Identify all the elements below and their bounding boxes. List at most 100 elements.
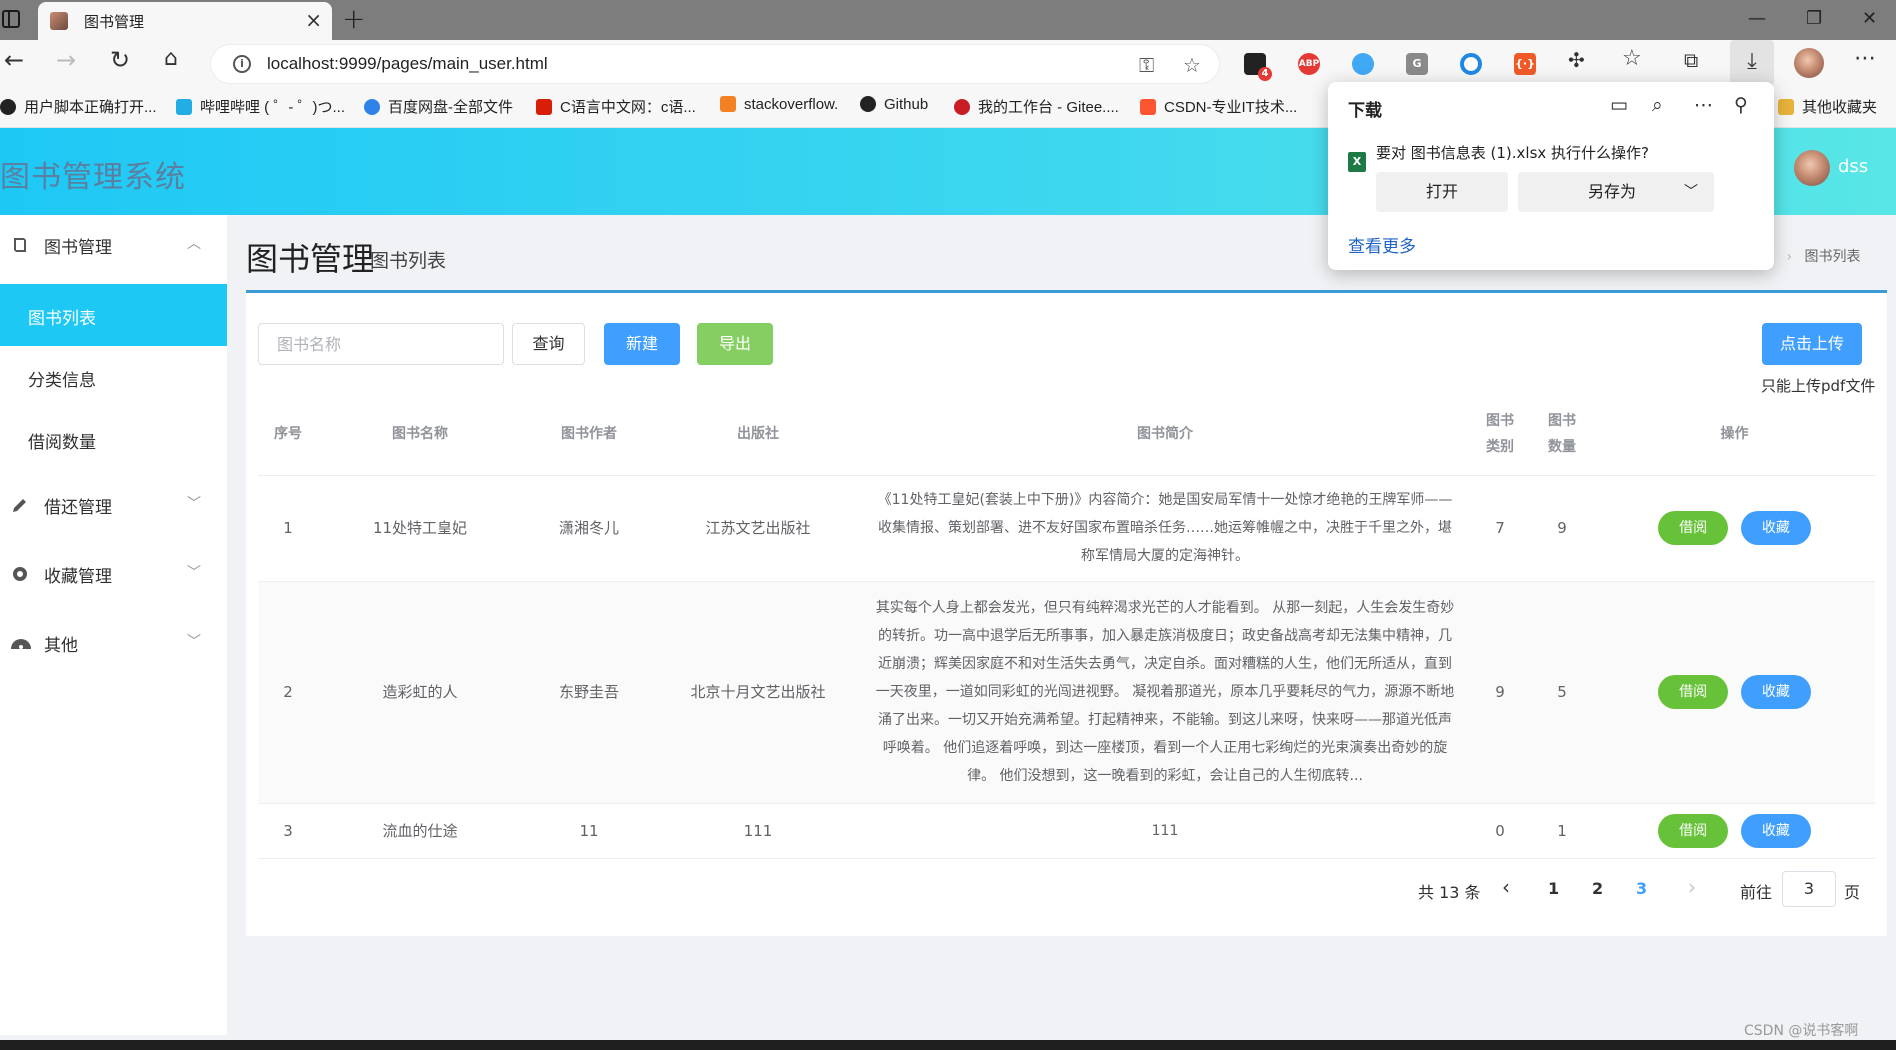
borrow-button[interactable]: 借阅: [1658, 675, 1729, 709]
download-popup: 下载 ▭ ⌕ ⋯ ⚲ X 要对 图书信息表 (1).xlsx 执行什么操作? 打…: [1328, 82, 1774, 270]
bookmark-item[interactable]: 百度网盘-全部文件: [364, 96, 513, 117]
new-tab-button[interactable]: +: [342, 2, 365, 35]
upload-button[interactable]: 点击上传: [1762, 323, 1862, 365]
address-bar[interactable]: i localhost:9999/pages/main_user.html ⚿ …: [210, 44, 1220, 84]
favorite-button[interactable]: 收藏: [1740, 675, 1811, 709]
open-folder-icon[interactable]: ▭: [1610, 94, 1628, 116]
export-button[interactable]: 导出: [697, 323, 773, 365]
stackoverflow-icon: [720, 96, 736, 112]
new-button[interactable]: 新建: [604, 323, 680, 365]
user-name[interactable]: dss: [1838, 156, 1868, 177]
borrow-button[interactable]: 借阅: [1658, 511, 1729, 545]
github-icon: [860, 96, 876, 112]
book-list-card: 查询 新建 导出 点击上传 只能上传pdf文件 序号 图书名称 图书作者 出版社…: [246, 290, 1887, 936]
column-header: 图书 数量: [1530, 393, 1594, 476]
favorite-button[interactable]: 收藏: [1740, 511, 1811, 545]
folder-icon: [1778, 99, 1794, 115]
sidebar-item-category-info[interactable]: 分类信息: [0, 346, 227, 408]
sidebar-item-book-list[interactable]: 图书列表: [0, 284, 227, 346]
favorite-button[interactable]: 收藏: [1740, 813, 1811, 848]
bookmark-item[interactable]: 用户脚本正确打开...: [0, 96, 157, 117]
page-3[interactable]: 3: [1636, 879, 1647, 898]
key-icon[interactable]: ⚿: [1139, 53, 1154, 77]
bookmark-folder[interactable]: 其他收藏夹: [1778, 96, 1877, 117]
cell-category: 9: [1470, 581, 1530, 804]
borrow-button[interactable]: 借阅: [1658, 813, 1729, 848]
extension-circle-icon[interactable]: [1352, 53, 1374, 75]
sidebar-item-label: 借阅数量: [28, 433, 96, 453]
extensions-puzzle-icon[interactable]: ✣: [1568, 50, 1585, 70]
sidebar-group-label: 图书管理: [44, 238, 112, 258]
browser-tab[interactable]: 图书管理 ×: [38, 2, 332, 40]
column-header: 图书作者: [522, 393, 656, 476]
taskbar: [0, 1040, 1896, 1050]
cell-actions: 借阅 收藏: [1594, 581, 1875, 804]
cell-no: 1: [258, 475, 318, 582]
see-more-link[interactable]: 查看更多: [1348, 232, 1416, 257]
search-input[interactable]: [258, 323, 504, 365]
chevron-down-icon: ﹀: [187, 565, 201, 581]
sidebar-group-book-management[interactable]: 图书管理 ︿: [0, 215, 227, 275]
maximize-icon[interactable]: ❐: [1806, 8, 1822, 29]
user-avatar[interactable]: [1794, 150, 1830, 186]
goto-page-input[interactable]: 3: [1782, 871, 1836, 907]
cell-count: 1: [1530, 803, 1594, 859]
sidebar-group-label: 收藏管理: [44, 567, 112, 587]
sidebar-group-label: 借还管理: [44, 498, 112, 518]
gear-icon: [10, 564, 30, 584]
back-icon[interactable]: ←: [4, 48, 24, 72]
bookmark-item[interactable]: 我的工作台 - Gitee....: [954, 96, 1119, 117]
page-2[interactable]: 2: [1592, 879, 1603, 898]
prev-page-icon[interactable]: ‹: [1502, 875, 1510, 899]
reload-icon[interactable]: ↻: [110, 48, 130, 72]
bookmark-item[interactable]: C语言中文网：c语...: [536, 96, 696, 117]
collections-icon[interactable]: ⧉: [1684, 50, 1698, 70]
close-window-icon[interactable]: ✕: [1862, 8, 1877, 29]
sidebar-group-label: 其他: [44, 636, 78, 656]
site-info-icon[interactable]: i: [233, 55, 251, 73]
profile-avatar-icon[interactable]: [1794, 48, 1824, 78]
minimize-icon[interactable]: —: [1748, 8, 1766, 29]
cell-author: 11: [522, 803, 656, 859]
more-options-icon[interactable]: ⋯: [1694, 94, 1713, 116]
watermark: CSDN @说书客啊: [1744, 1023, 1859, 1039]
goto-suffix: 页: [1844, 883, 1861, 902]
sidebar-group-other[interactable]: 其他 ﹀: [0, 613, 227, 673]
more-menu-icon[interactable]: ⋯: [1854, 48, 1876, 70]
url-text[interactable]: localhost:9999/pages/main_user.html: [267, 54, 548, 74]
search-icon[interactable]: ⌕: [1652, 94, 1663, 116]
home-icon[interactable]: ⌂: [164, 48, 178, 70]
pin-icon[interactable]: ⚲: [1734, 94, 1748, 116]
tab-close-icon[interactable]: ×: [305, 8, 322, 32]
cell-publisher: 111: [656, 803, 860, 859]
bookmark-item[interactable]: Github: [860, 96, 928, 113]
chevron-down-icon: ﹀: [1684, 184, 1698, 200]
open-button[interactable]: 打开: [1376, 172, 1508, 212]
query-button[interactable]: 查询: [512, 323, 585, 365]
csdn-icon: [1140, 99, 1156, 115]
downloads-icon[interactable]: ⤓: [1730, 40, 1774, 86]
add-favorite-icon[interactable]: ☆: [1183, 53, 1201, 77]
save-as-button[interactable]: 另存为 ﹀: [1518, 172, 1714, 212]
sidebar-group-borrow-return[interactable]: 借还管理 ﹀: [0, 475, 227, 535]
next-page-icon[interactable]: ›: [1688, 875, 1696, 899]
sidebar-group-favorites[interactable]: 收藏管理 ﹀: [0, 544, 227, 604]
chevron-down-icon: ﹀: [187, 496, 201, 512]
breadcrumb-separator: ›: [1786, 249, 1793, 265]
page-title: 图书管理: [246, 240, 375, 278]
favorites-icon[interactable]: ☆: [1622, 48, 1642, 70]
adblock-icon[interactable]: ABP: [1298, 53, 1320, 75]
sidebar-item-borrow-count[interactable]: 借阅数量: [0, 408, 227, 470]
extension-ring-icon[interactable]: [1460, 53, 1482, 75]
bookmark-item[interactable]: stackoverflow.: [720, 96, 838, 113]
cell-count: 5: [1530, 581, 1594, 804]
column-header: 图书简介: [860, 393, 1470, 476]
sidebar-toggle-icon[interactable]: [2, 10, 20, 28]
extension-g-icon[interactable]: G: [1406, 53, 1428, 75]
page-1[interactable]: 1: [1548, 879, 1559, 898]
extension-code-icon[interactable]: {·}: [1514, 53, 1536, 75]
bookmark-item[interactable]: CSDN-专业IT技术...: [1140, 96, 1297, 117]
forward-icon[interactable]: →: [56, 48, 76, 72]
bookmark-item[interactable]: 哔哩哔哩 ( ゜- ゜)つ...: [176, 96, 345, 117]
extension-badge-icon[interactable]: 4: [1244, 53, 1272, 81]
